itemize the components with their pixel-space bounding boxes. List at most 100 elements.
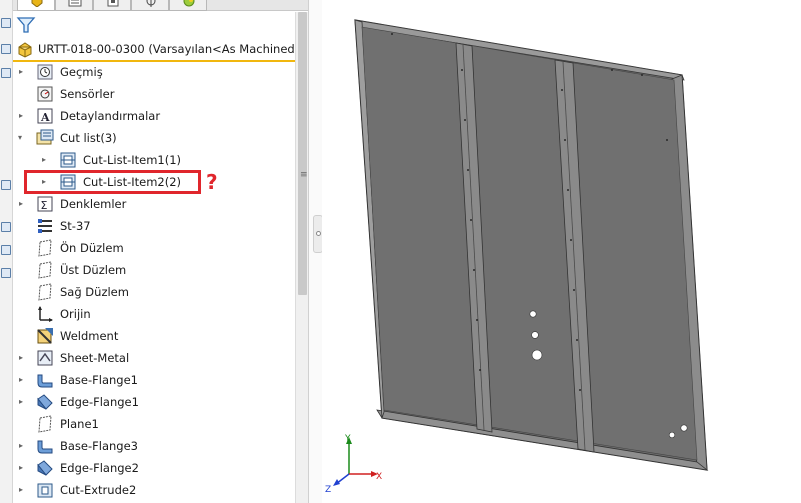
annotations-icon: A [36,107,54,125]
hole [668,431,676,439]
weldment-icon [36,327,54,345]
tool-icon[interactable] [1,180,11,190]
tree-item-label: Üst Düzlem [60,263,127,277]
part-icon [16,40,34,58]
scrollbar-thumb[interactable]: ≡ [298,12,308,295]
triad-y-label: Y [344,434,351,444]
tree-item-label: Denklemler [60,197,127,211]
edge-flange-icon [36,393,54,411]
tree-item-base-flange1[interactable]: ▸ Base-Flange1 [13,369,295,391]
filter-icon[interactable] [16,15,36,35]
hole [531,349,543,361]
tree-item-front-plane[interactable]: Ön Düzlem [13,237,295,259]
tree-item-label: St-37 [60,219,91,233]
tab-featuremanager[interactable] [17,0,55,11]
tree-item-annotations[interactable]: ▸ A Detaylandırmalar [13,105,295,127]
propertymanager-icon [68,0,82,7]
tree-item-label: Weldment [60,329,119,343]
graphics-area[interactable]: Y X Z [322,0,801,503]
expand-arrow-icon[interactable]: ▸ [19,397,27,407]
annotation-highlight-box [24,170,201,194]
tree-item-history[interactable]: ▸ Geçmiş [13,61,295,83]
displaymanager-icon [182,0,196,7]
tab-dimxpertmanager[interactable] [131,0,169,11]
expand-arrow-icon[interactable]: ▸ [19,353,27,363]
hole [531,331,539,339]
collapse-arrow-icon[interactable]: ▾ [18,133,26,143]
tree-item-origin[interactable]: Orijin [13,303,295,325]
equations-icon: Σ [36,195,54,213]
tool-icon[interactable] [1,268,11,278]
tree-item-base-flange3[interactable]: ▸ Base-Flange3 [13,435,295,457]
base-flange-icon [36,437,54,455]
tree-item-label: Geçmiş [60,65,103,79]
plane-icon [36,239,54,257]
collapse-dot-icon[interactable] [316,231,321,236]
hole [680,424,688,432]
tree-item-sensors[interactable]: Sensörler [13,83,295,105]
tree-item-label: Detaylandırmalar [60,109,161,123]
expand-arrow-icon[interactable]: ▸ [19,375,27,385]
tool-icon[interactable] [1,245,11,255]
hole [529,310,537,318]
edge-flange-icon [36,459,54,477]
tree-item-label: Edge-Flange2 [60,461,139,475]
tree-item-label: Cut list(3) [60,131,117,145]
command-strip [0,0,13,503]
tree-item-cut-list[interactable]: ▾ Cut list(3) [13,127,295,149]
tree-item-label: Cut-List-Item1(1) [83,153,182,167]
material-icon [36,217,54,235]
filter-row [13,12,295,38]
tree-item-right-plane[interactable]: Sağ Düzlem [13,281,295,303]
triad-z-arrow [333,479,340,486]
tree-item-top-plane[interactable]: Üst Düzlem [13,259,295,281]
plane-icon [36,283,54,301]
history-icon [36,63,54,81]
tree-scrollbar[interactable]: ≡ [295,12,308,503]
configurationmanager-icon [106,0,120,7]
tab-displaymanager[interactable] [169,0,207,11]
svg-text:A: A [40,111,50,124]
tool-icon[interactable] [1,68,11,78]
annotation-question-mark: ? [206,170,218,194]
tool-icon[interactable] [1,222,11,232]
tree-item-cut-list-item1[interactable]: ▸ Cut-List-Item1(1) [13,149,295,171]
triad-x-label: X [376,472,382,482]
plane-icon [36,261,54,279]
expand-arrow-icon[interactable]: ▸ [19,67,27,77]
sheet-metal-icon [36,349,54,367]
dimxpertmanager-icon [144,0,158,7]
part-root[interactable]: URTT-018-00-0300 (Varsayılan<As Machined… [13,38,318,60]
tree-item-plane1[interactable]: Plane1 [13,413,295,435]
tree-item-label: Sağ Düzlem [60,285,129,299]
expand-arrow-icon[interactable]: ▸ [42,155,50,165]
expand-arrow-icon[interactable]: ▸ [19,199,27,209]
tool-icon[interactable] [1,18,11,28]
feature-tree: ▸ Geçmiş Sensörler ▸ A Detaylandırmalar … [13,61,295,503]
tree-item-cut-extrude2[interactable]: ▸ Cut-Extrude2 [13,479,295,501]
panel-splitter[interactable] [308,0,323,503]
view-triad: Y X Z [325,434,382,495]
tree-item-weldment[interactable]: Weldment [13,325,295,347]
tree-item-label: Sheet-Metal [60,351,130,365]
cut-list-item-icon [59,151,77,169]
tree-item-label: Ön Düzlem [60,241,124,255]
tab-propertymanager[interactable] [55,0,93,11]
model-viewport[interactable]: Y X Z [322,0,801,503]
tree-item-edge-flange1[interactable]: ▸ Edge-Flange1 [13,391,295,413]
tree-item-material[interactable]: St-37 [13,215,295,237]
expand-arrow-icon[interactable]: ▸ [19,441,27,451]
manager-tabs [13,0,308,11]
origin-icon [36,305,54,323]
tab-configurationmanager[interactable] [93,0,131,11]
tool-icon[interactable] [1,44,11,54]
tree-item-sheet-metal[interactable]: ▸ Sheet-Metal [13,347,295,369]
tree-item-equations[interactable]: ▸ Σ Denklemler [13,193,295,215]
expand-arrow-icon[interactable]: ▸ [19,463,27,473]
triad-z-label: Z [325,485,331,495]
tree-item-label: Base-Flange1 [60,373,138,387]
tree-item-edge-flange2[interactable]: ▸ Edge-Flange2 [13,457,295,479]
cut-extrude-icon [36,481,54,499]
expand-arrow-icon[interactable]: ▸ [19,111,27,121]
expand-arrow-icon[interactable]: ▸ [19,485,27,495]
